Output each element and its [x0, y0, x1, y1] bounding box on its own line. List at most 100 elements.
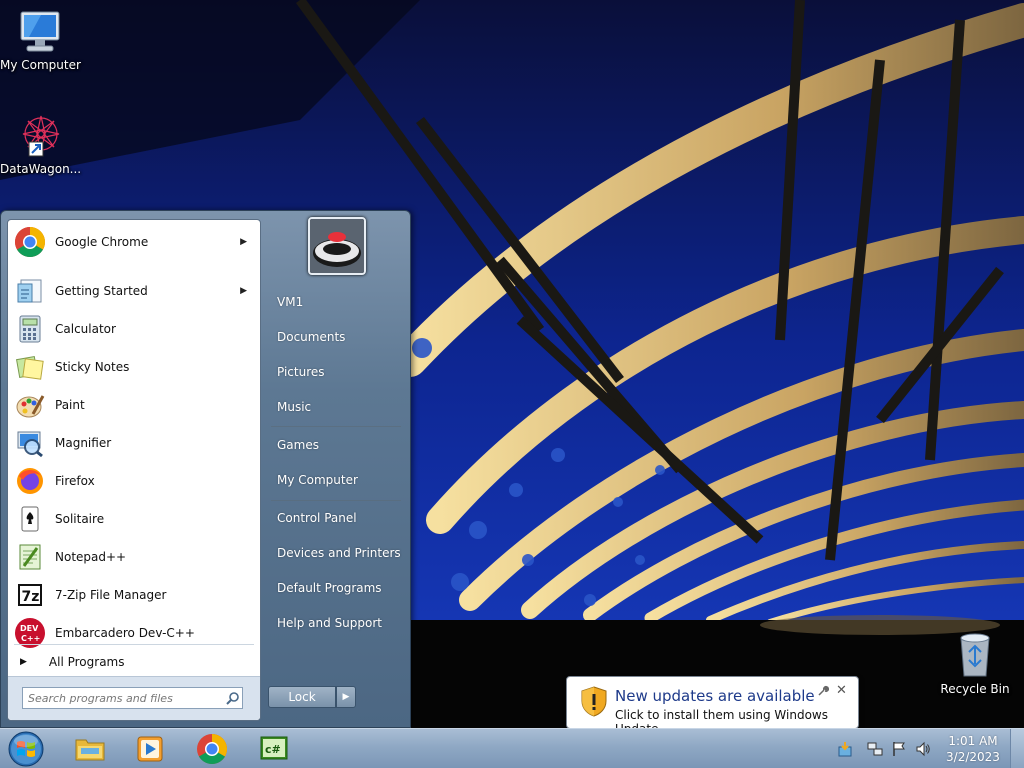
taskbar-app-csharp[interactable]: c# [246, 732, 302, 766]
program-item-getting-started[interactable]: Getting Started ▶ [11, 272, 257, 310]
places-item-user[interactable]: VM1 [267, 287, 403, 317]
program-item-firefox[interactable]: Firefox [11, 462, 257, 500]
chrome-icon [197, 734, 228, 765]
program-item-devcpp[interactable]: DEV C++ Embarcadero Dev-C++ [11, 614, 257, 652]
solitaire-icon [13, 502, 47, 536]
places-item-my-computer[interactable]: My Computer [267, 465, 403, 495]
places-item-default-programs[interactable]: Default Programs [267, 573, 403, 603]
program-label: Getting Started [55, 284, 148, 298]
program-label: Paint [55, 398, 85, 412]
paint-icon [13, 388, 47, 422]
program-item-notepadpp[interactable]: Notepad++ [11, 538, 257, 576]
taskbar-app-media-player[interactable] [122, 732, 178, 766]
recycle-bin-icon [960, 633, 990, 677]
taskbar: c# 1:01 AM 3/2/2023 [0, 728, 1024, 768]
program-label: Solitaire [55, 512, 105, 526]
places-item-label: Default Programs [277, 581, 382, 595]
program-label: Notepad++ [55, 550, 127, 564]
desktop-icon-label: DataWagon... [0, 162, 82, 176]
getting-started-icon [13, 274, 47, 308]
places-item-label: Control Panel [277, 511, 357, 525]
all-programs-label: All Programs [48, 655, 125, 669]
places-item-label: Help and Support [277, 616, 382, 630]
places-item-label: My Computer [277, 473, 358, 487]
submenu-arrow-icon: ▶ [240, 286, 247, 296]
places-item-games[interactable]: Games [267, 430, 403, 460]
csharp-icon: c# [260, 736, 288, 760]
start-button[interactable] [4, 729, 48, 768]
show-desktop-button[interactable] [1010, 729, 1024, 768]
clock-time: 1:01 AM [948, 734, 998, 748]
desktop-icon-label: My Computer [0, 58, 81, 72]
calculator-icon [13, 312, 47, 346]
program-label: Embarcadero Dev-C++ [55, 626, 195, 640]
svg-text:DEV: DEV [20, 624, 39, 633]
places-item-devices-and-printers[interactable]: Devices and Printers [267, 538, 403, 568]
lock-button[interactable]: Lock [268, 686, 336, 708]
user-avatar[interactable] [308, 217, 366, 275]
desktop-icon-my-computer[interactable]: My Computer [0, 8, 81, 72]
desktop-icon-datawagon[interactable]: DataWagon... [0, 112, 82, 176]
places-item-label: Devices and Printers [277, 546, 401, 560]
network-icon[interactable] [866, 740, 884, 758]
avatar-image [310, 219, 364, 273]
places-item-music[interactable]: Music [267, 392, 403, 422]
program-item-7zip[interactable]: 7z 7-Zip File Manager [11, 576, 257, 614]
svg-text:c#: c# [265, 743, 281, 756]
svg-text:C++: C++ [21, 634, 40, 643]
places-item-label: VM1 [277, 295, 304, 309]
places-item-pictures[interactable]: Pictures [267, 357, 403, 387]
wrench-icon[interactable] [817, 685, 831, 699]
program-item-solitaire[interactable]: Solitaire [11, 500, 257, 538]
shutdown-options-button[interactable]: ▶ [336, 686, 356, 708]
program-item-paint[interactable]: Paint [11, 386, 257, 424]
program-item-magnifier[interactable]: Magnifier [11, 424, 257, 462]
separator [14, 644, 254, 645]
datawagon-icon [22, 115, 60, 157]
taskbar-app-chrome[interactable] [184, 732, 240, 766]
firefox-icon [13, 464, 47, 498]
chrome-icon [13, 225, 47, 259]
action-center-flag-icon[interactable] [890, 740, 908, 758]
desktop-icon-recycle-bin[interactable]: Recycle Bin [935, 630, 1015, 696]
taskbar-app-explorer[interactable] [62, 732, 118, 766]
separator [271, 426, 401, 427]
clock-date: 3/2/2023 [946, 750, 1000, 764]
system-tray [832, 729, 942, 768]
7zip-icon: 7z [13, 578, 47, 612]
places-item-label: Documents [277, 330, 346, 344]
program-label: Calculator [55, 322, 116, 336]
lock-label: Lock [288, 690, 316, 704]
search-icon[interactable] [224, 691, 242, 705]
start-search-box [22, 687, 243, 709]
program-item-calculator[interactable]: Calculator [11, 310, 257, 348]
all-programs-button[interactable]: ▶ All Programs [16, 650, 256, 674]
notification-title: New updates are available [615, 687, 815, 705]
program-item-google-chrome[interactable]: Google Chrome ▶ [11, 222, 257, 262]
chevron-right-icon: ▶ [20, 657, 27, 667]
chevron-right-icon: ▶ [342, 692, 350, 702]
program-item-sticky-notes[interactable]: Sticky Notes [11, 348, 257, 386]
volume-icon[interactable] [914, 740, 932, 758]
program-label: Firefox [55, 474, 95, 488]
places-item-label: Pictures [277, 365, 325, 379]
windows-orb-icon [8, 731, 44, 767]
shield-warning-icon [581, 686, 607, 717]
notification-balloon[interactable]: New updates are available Click to insta… [566, 676, 859, 736]
close-icon[interactable]: ✕ [836, 683, 850, 698]
places-item-control-panel[interactable]: Control Panel [267, 503, 403, 533]
notepadpp-icon [13, 540, 47, 574]
start-menu-places-pane: VM1 Documents Pictures Music Games My Co… [263, 211, 411, 729]
places-item-help-and-support[interactable]: Help and Support [267, 608, 403, 638]
places-item-documents[interactable]: Documents [267, 322, 403, 352]
program-label: 7-Zip File Manager [55, 588, 167, 602]
windows-update-icon[interactable] [836, 740, 854, 758]
start-menu: Google Chrome ▶ Getting Started ▶ Calcul… [0, 210, 411, 728]
submenu-arrow-icon: ▶ [240, 237, 247, 247]
program-label: Magnifier [55, 436, 112, 450]
explorer-icon [75, 739, 105, 761]
separator [271, 500, 401, 501]
taskbar-clock[interactable]: 1:01 AM 3/2/2023 [940, 733, 1006, 765]
media-player-icon [137, 736, 163, 762]
search-input[interactable] [23, 691, 224, 705]
